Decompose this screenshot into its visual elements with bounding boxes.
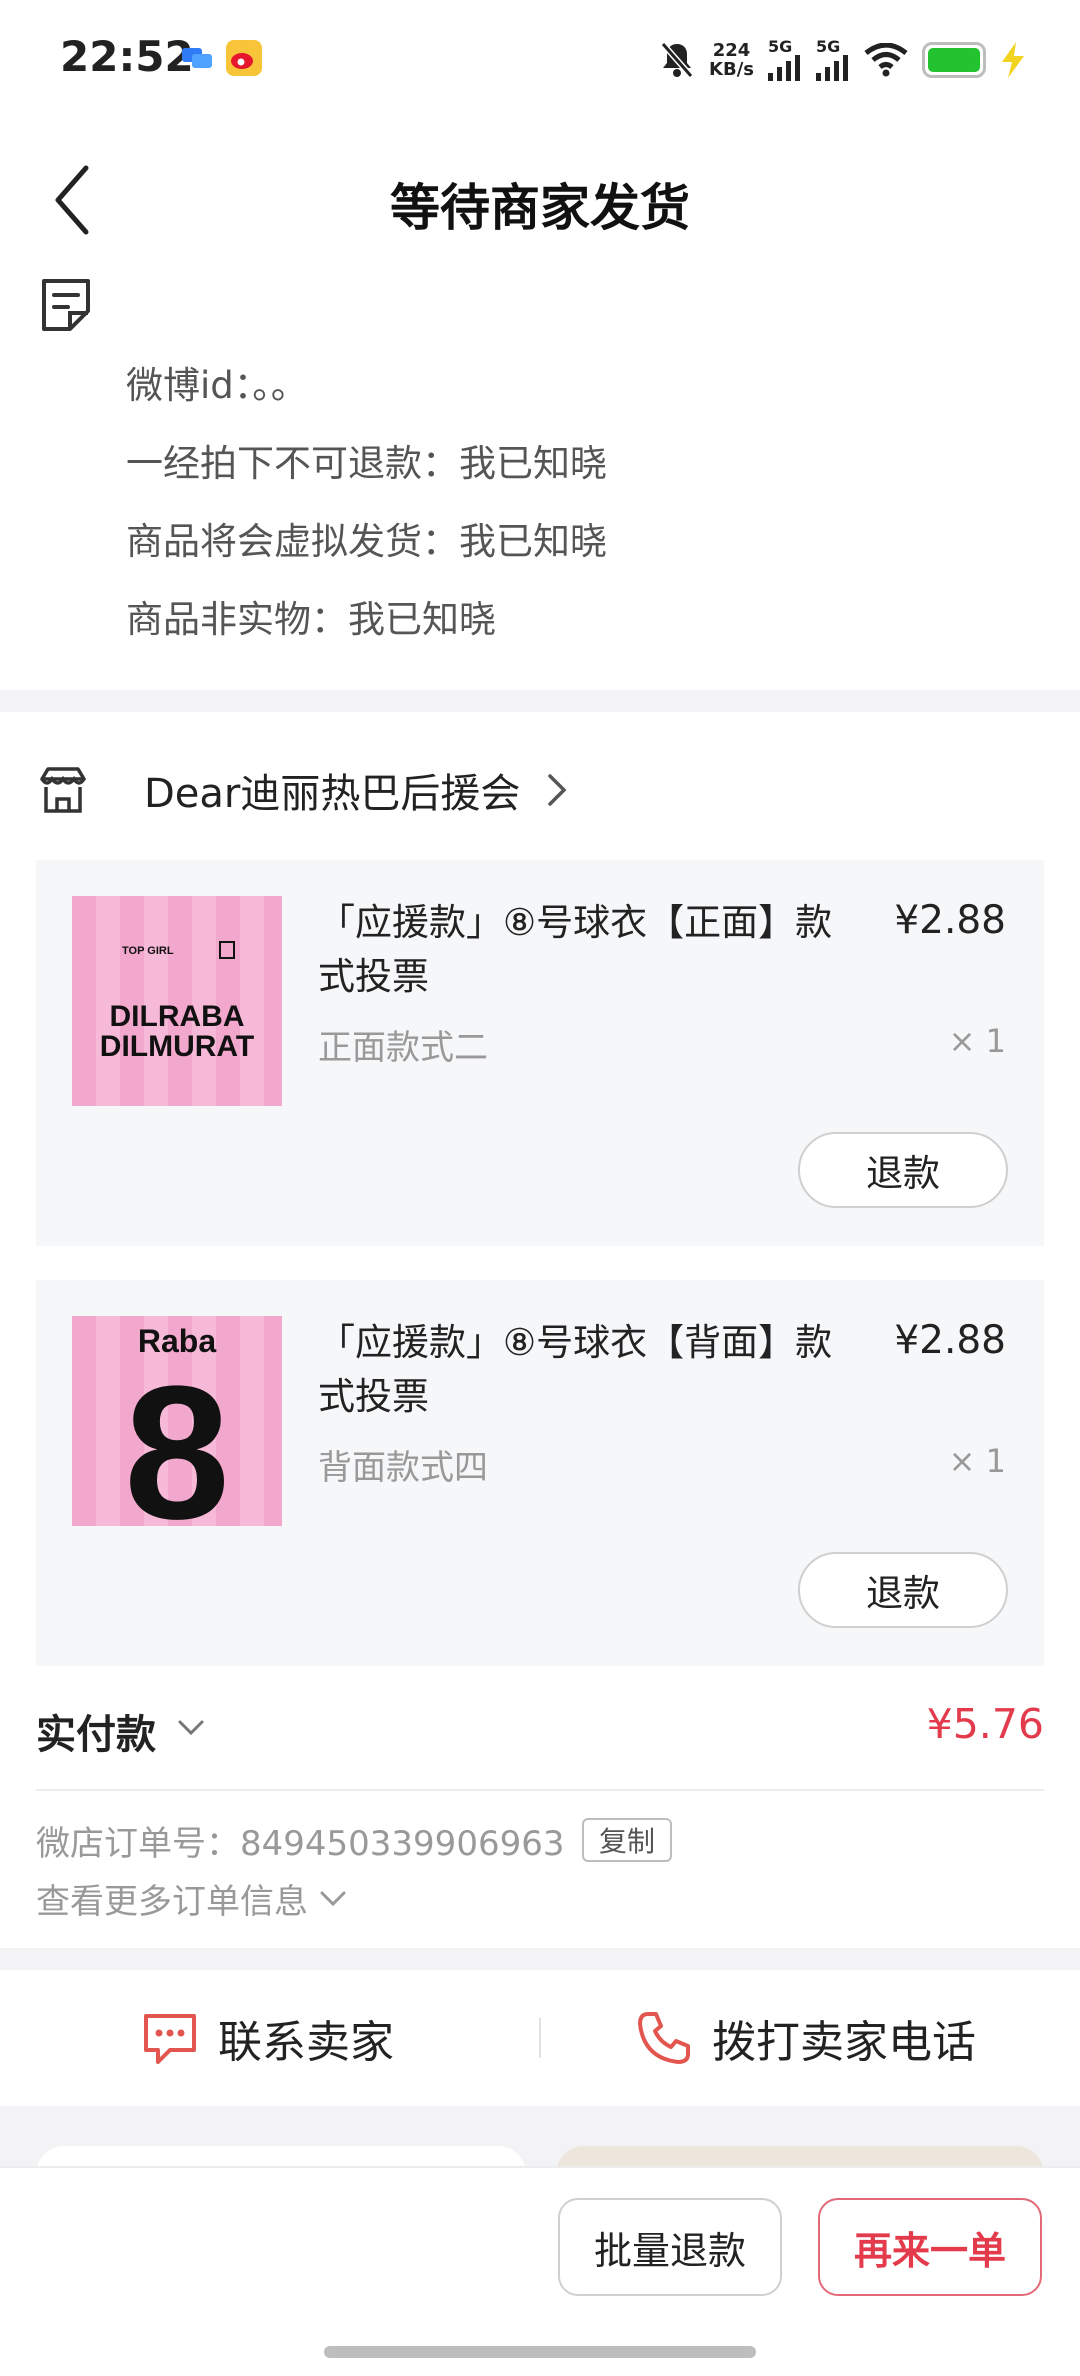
more-order-info-toggle[interactable]: 查看更多订单信息	[36, 1874, 348, 1923]
item-quantity: × 1	[948, 1442, 1006, 1480]
item-title[interactable]: 「应援款」⑧号球衣【正面】款式投票	[318, 896, 838, 1004]
shop-icon	[40, 767, 86, 813]
chat-bubble-icon	[144, 2014, 196, 2064]
status-indicators: 224 KB/s 5G 5G	[659, 36, 1026, 84]
shop-link[interactable]: Dear迪丽热巴后援会	[38, 760, 568, 820]
battery-icon	[922, 42, 986, 78]
reorder-button[interactable]: 再来一单	[818, 2198, 1042, 2296]
thumb-line2: DILMURAT	[100, 1030, 254, 1063]
paid-label[interactable]: 实付款	[36, 1702, 156, 1760]
order-card: Dear迪丽热巴后援会 TOP GIRL DILRABA DILMURAT 「应…	[0, 712, 1080, 1948]
note-line-weibo-id: 微博id：。。	[126, 364, 308, 407]
refund-button[interactable]: 退款	[798, 1552, 1008, 1628]
battery-fill	[928, 48, 980, 72]
thumb-line1: DILRABA	[110, 1000, 245, 1033]
sim2-signal: 5G	[816, 39, 850, 81]
phone-icon	[638, 2012, 690, 2064]
product-thumbnail: Raba 8	[72, 1316, 282, 1526]
call-seller-label: 拨打卖家电话	[712, 2017, 976, 2068]
note-line-not-physical: 商品非实物：我已知晓	[126, 598, 496, 641]
paid-amount: ¥5.76	[926, 1700, 1044, 1748]
divider	[36, 1789, 1044, 1791]
thumb-small-label: TOP GIRL	[122, 945, 174, 957]
contact-seller-label: 联系卖家	[218, 2017, 394, 2068]
note-icon	[42, 279, 90, 331]
wifi-icon	[864, 43, 908, 77]
copy-button[interactable]: 复制	[582, 1818, 672, 1862]
message-icon	[182, 48, 212, 68]
call-seller-button[interactable]: 拨打卖家电话	[634, 1970, 976, 2106]
charging-icon	[1002, 42, 1024, 78]
note-line-no-refund: 一经拍下不可退款：我已知晓	[126, 442, 607, 485]
note-line-virtual-delivery: 商品将会虚拟发货：我已知晓	[126, 520, 607, 563]
status-bar: 22:52 224 KB/s 5G 5G	[0, 0, 1080, 120]
chevron-down-icon	[320, 1891, 346, 1906]
order-item[interactable]: Raba 8 「应援款」⑧号球衣【背面】款式投票 ¥2.88 背面款式四 × 1…	[36, 1280, 1044, 1666]
item-title[interactable]: 「应援款」⑧号球衣【背面】款式投票	[318, 1316, 838, 1424]
weibo-icon	[226, 40, 262, 76]
page-title: 等待商家发货	[390, 179, 690, 237]
item-price: ¥2.88	[894, 1318, 1006, 1363]
item-quantity: × 1	[948, 1022, 1006, 1060]
badge-icon	[219, 941, 235, 959]
buyer-note-card: 微博id：。。 一经拍下不可退款：我已知晓 商品将会虚拟发货：我已知晓 商品非实…	[0, 255, 1080, 690]
item-spec: 正面款式二	[318, 1028, 488, 1068]
shop-name: Dear迪丽热巴后援会	[144, 771, 521, 817]
bottom-action-bar: 批量退款 再来一单	[0, 2166, 1080, 2376]
contact-bar: 联系卖家 拨打卖家电话	[0, 1970, 1080, 2106]
divider	[539, 2018, 541, 2058]
chevron-right-icon	[548, 774, 567, 806]
sim2-label: 5G	[816, 37, 841, 56]
order-number: 微店订单号：849450339906963	[36, 1824, 565, 1864]
status-time: 22:52	[60, 32, 194, 81]
thumb-number: 8	[124, 1347, 230, 1526]
network-speed: 224 KB/s	[709, 41, 754, 79]
product-thumbnail: TOP GIRL DILRABA DILMURAT	[72, 896, 282, 1106]
sim1-label: 5G	[768, 37, 793, 56]
sim1-signal: 5G	[768, 39, 802, 81]
home-indicator[interactable]	[324, 2346, 756, 2358]
item-price: ¥2.88	[894, 898, 1006, 943]
signal-icon	[768, 55, 800, 81]
chevron-down-icon[interactable]	[176, 1718, 206, 1738]
contact-seller-button[interactable]: 联系卖家	[140, 1970, 394, 2106]
signal-icon	[816, 55, 848, 81]
more-order-info-label: 查看更多订单信息	[36, 1882, 308, 1922]
jersey-back-graphic: Raba 8	[124, 1323, 230, 1526]
network-speed-value: 224	[712, 40, 751, 61]
network-speed-unit: KB/s	[709, 59, 754, 80]
refund-button[interactable]: 退款	[798, 1132, 1008, 1208]
mute-bell-icon	[660, 42, 694, 78]
order-item[interactable]: TOP GIRL DILRABA DILMURAT 「应援款」⑧号球衣【正面】款…	[36, 860, 1044, 1246]
item-spec: 背面款式四	[318, 1448, 488, 1488]
jersey-front-graphic: TOP GIRL DILRABA DILMURAT	[100, 941, 254, 1063]
batch-refund-button[interactable]: 批量退款	[558, 2198, 782, 2296]
